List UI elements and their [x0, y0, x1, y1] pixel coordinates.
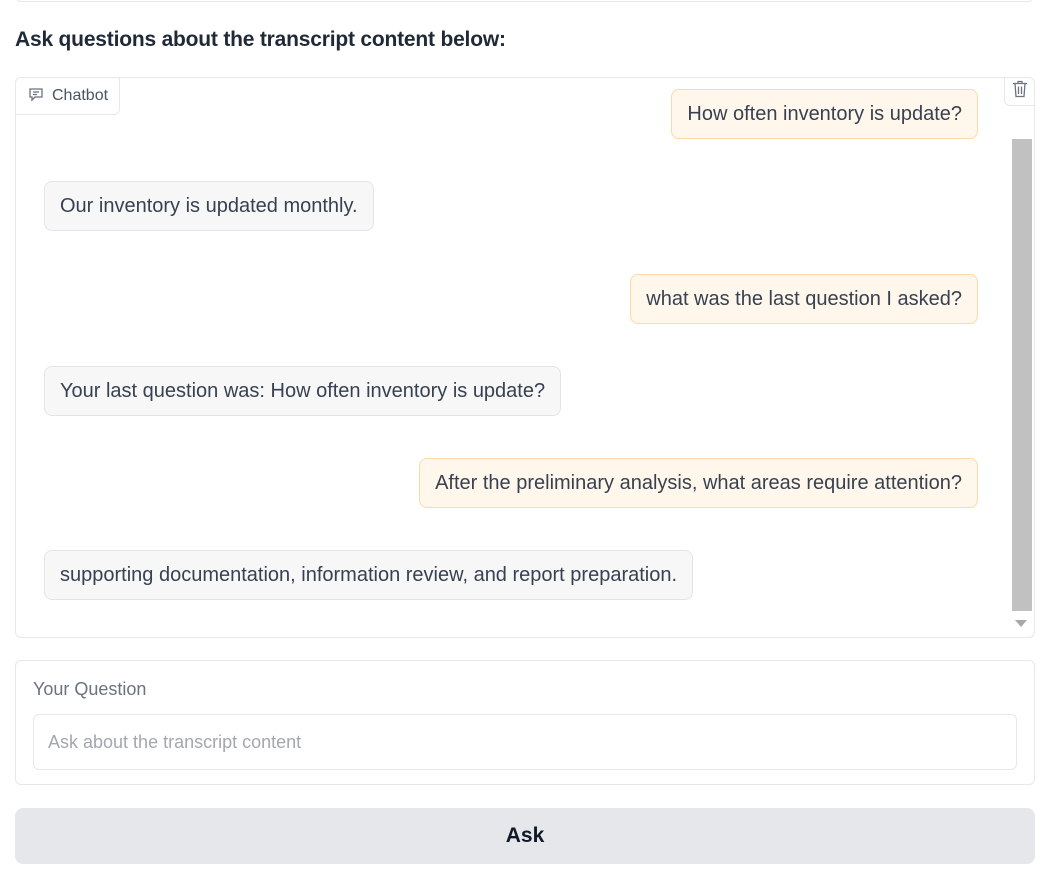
- chatbot-label: Chatbot: [16, 78, 121, 115]
- bot-message: Your last question was: How often invent…: [44, 366, 562, 416]
- question-block: Your Question: [15, 660, 1035, 785]
- scrollbar-thumb[interactable]: [1012, 139, 1032, 611]
- question-label: Your Question: [33, 679, 147, 699]
- user-message: what was the last question I asked?: [630, 274, 978, 324]
- chatbot-panel: Chatbot How often inventory is update? O…: [15, 77, 1035, 638]
- question-input[interactable]: [33, 714, 1017, 770]
- previous-block-edge: [15, 0, 1034, 2]
- bot-message: Our inventory is updated monthly.: [44, 181, 374, 231]
- page-heading: Ask questions about the transcript conte…: [15, 28, 506, 51]
- scroll-down-arrow-icon[interactable]: [1015, 620, 1027, 627]
- ask-button[interactable]: Ask: [15, 808, 1035, 864]
- chatbot-label-text: Chatbot: [52, 87, 109, 104]
- user-message: How often inventory is update?: [671, 89, 978, 139]
- clear-chat-button[interactable]: [1004, 78, 1034, 106]
- chat-scrollbar[interactable]: [1004, 106, 1034, 637]
- bot-message: supporting documentation, information re…: [44, 550, 694, 600]
- chat-icon: [28, 86, 44, 107]
- trash-icon: [1012, 80, 1028, 103]
- user-message: After the preliminary analysis, what are…: [419, 458, 978, 508]
